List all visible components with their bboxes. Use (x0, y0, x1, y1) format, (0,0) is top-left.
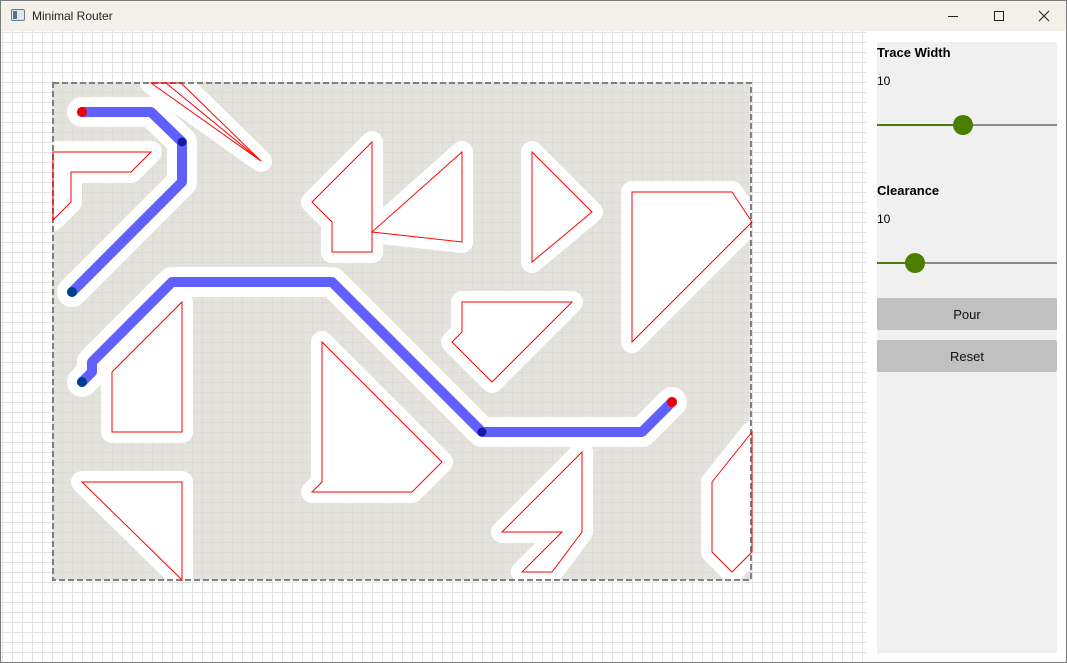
trace-width-slider[interactable] (877, 113, 1057, 137)
pour-button[interactable]: Pour (877, 298, 1057, 330)
minimize-button[interactable] (930, 1, 976, 31)
via[interactable] (477, 427, 487, 437)
settings-panel: Trace Width 10 Clearance 10 Pour Reset (877, 42, 1057, 653)
minimize-icon (948, 16, 958, 17)
slider-thumb[interactable] (905, 253, 925, 273)
app-window: Minimal Router Trace Width 10 Clearance … (0, 0, 1067, 663)
slider-fill (877, 124, 963, 126)
via[interactable] (177, 137, 187, 147)
pad-start[interactable] (667, 397, 677, 407)
routing-canvas[interactable] (1, 31, 867, 662)
pad-start[interactable] (77, 107, 87, 117)
slider-thumb[interactable] (953, 115, 973, 135)
routing-svg[interactable] (1, 31, 867, 662)
window-title: Minimal Router (32, 9, 113, 23)
pad-end[interactable] (67, 287, 77, 297)
trace-width-value: 10 (877, 74, 891, 88)
title-bar[interactable]: Minimal Router (1, 1, 1066, 31)
maximize-button[interactable] (976, 1, 1022, 31)
clearance-slider[interactable] (877, 251, 1057, 275)
maximize-icon (994, 11, 1004, 21)
trace-width-label: Trace Width (877, 45, 951, 60)
clearance-label: Clearance (877, 183, 940, 198)
close-icon (1038, 10, 1050, 22)
app-window-icon (11, 9, 25, 21)
pad-end[interactable] (77, 377, 87, 387)
clearance-value: 10 (877, 212, 891, 226)
reset-button[interactable]: Reset (877, 340, 1057, 372)
close-button[interactable] (1021, 1, 1066, 31)
